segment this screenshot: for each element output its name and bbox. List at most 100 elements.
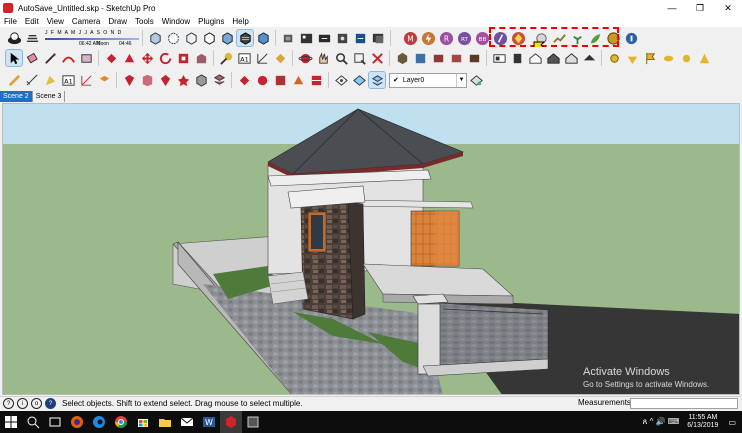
zoom-tool-icon[interactable] [333, 50, 349, 66]
info-circle-icon[interactable] [623, 30, 639, 46]
plugin-r-icon[interactable]: R [438, 30, 454, 46]
scale-tool-icon[interactable] [175, 50, 191, 66]
label-a1-icon[interactable]: A1 [60, 72, 76, 88]
move-tool-icon[interactable] [139, 50, 155, 66]
app-window-icon[interactable] [242, 411, 264, 433]
axes-tool-icon[interactable] [254, 50, 270, 66]
look-around-icon[interactable] [139, 72, 155, 88]
plugin-bb-icon[interactable]: BB [474, 30, 490, 46]
zoom-extents-icon[interactable] [369, 50, 385, 66]
select-tool-icon[interactable] [5, 49, 23, 67]
layer-color-icon[interactable] [351, 72, 367, 88]
minimize-button[interactable]: — [658, 0, 686, 16]
walk-icon[interactable] [121, 72, 137, 88]
geo-location-icon[interactable]: ? [3, 398, 14, 409]
tape-tool-icon[interactable] [42, 72, 58, 88]
flag-icon[interactable] [642, 50, 658, 66]
back-edges-icon[interactable] [165, 30, 181, 46]
view-top-icon[interactable] [412, 50, 428, 66]
menu-view[interactable]: View [43, 17, 68, 26]
edge-icon[interactable] [88, 411, 110, 433]
tray-icons[interactable]: ጸ ^ 🔊 ⌨ [643, 417, 680, 427]
roof-icon[interactable] [581, 50, 597, 66]
extension-warehouse-icon[interactable] [352, 30, 368, 46]
xray-style-icon[interactable] [147, 30, 163, 46]
tape-measure-icon[interactable] [218, 50, 234, 66]
view-front-icon[interactable] [430, 50, 446, 66]
layer-select[interactable]: ✔ Layer0 ▼ [389, 72, 467, 88]
mail-icon[interactable] [176, 411, 198, 433]
maximize-button[interactable]: ❐ [686, 0, 714, 16]
union-icon[interactable] [254, 72, 270, 88]
warehouse-section-icon[interactable] [491, 50, 507, 66]
cube-gray-icon[interactable] [193, 72, 209, 88]
trim-icon[interactable] [290, 72, 306, 88]
subtract-icon[interactable] [272, 72, 288, 88]
zoom-window-icon[interactable] [351, 50, 367, 66]
close-button[interactable]: ✕ [714, 0, 742, 16]
layer-settings-icon[interactable] [468, 72, 484, 88]
menu-edit[interactable]: Edit [21, 17, 43, 26]
warehouse-icon[interactable] [298, 30, 314, 46]
text-tool-icon[interactable]: A1 [236, 50, 252, 66]
file-explorer-icon[interactable] [154, 411, 176, 433]
view-back-icon[interactable] [466, 50, 482, 66]
credits-icon[interactable]: i [17, 398, 28, 409]
section-plane-icon[interactable] [96, 72, 112, 88]
move-alt-icon[interactable] [175, 72, 191, 88]
menu-help[interactable]: Help [228, 17, 252, 26]
layer-manager-icon[interactable] [368, 71, 386, 89]
sketchup-taskbar-icon[interactable] [220, 411, 242, 433]
view-right-icon[interactable] [448, 50, 464, 66]
menu-file[interactable]: File [0, 17, 21, 26]
menu-camera[interactable]: Camera [68, 17, 104, 26]
rectangle-tool-icon[interactable] [78, 50, 94, 66]
help-icon[interactable]: ? [45, 398, 56, 409]
plugin-bolt-icon[interactable] [420, 30, 436, 46]
orbit-tool-icon[interactable] [297, 50, 313, 66]
hidden-line-icon[interactable] [201, 30, 217, 46]
house-outline-icon[interactable] [563, 50, 579, 66]
yellow-ball-icon[interactable] [678, 50, 694, 66]
plugin-rt-icon[interactable]: RT [456, 30, 472, 46]
yellow-capsule-icon[interactable] [660, 50, 676, 66]
menu-tools[interactable]: Tools [131, 17, 158, 26]
yellow-pin-icon[interactable] [624, 50, 640, 66]
eraser-icon[interactable] [24, 50, 40, 66]
view-iso-icon[interactable] [394, 50, 410, 66]
intersect-icon[interactable] [236, 72, 252, 88]
task-view-icon[interactable] [44, 411, 66, 433]
shadows-toggle-icon[interactable] [6, 30, 22, 46]
follow-me-icon[interactable] [121, 50, 137, 66]
line-tool-icon[interactable] [42, 50, 58, 66]
protractor-icon[interactable] [6, 72, 22, 88]
wireframe-icon[interactable] [183, 30, 199, 46]
word-icon[interactable]: W [198, 411, 220, 433]
fog-icon[interactable] [24, 30, 40, 46]
monochrome-icon[interactable] [255, 30, 271, 46]
layer-visibility-icon[interactable] [333, 72, 349, 88]
shaded-textures-icon[interactable] [236, 29, 254, 47]
notifications-icon[interactable]: ▭ [728, 418, 736, 427]
account-icon[interactable]: o [31, 398, 42, 409]
menu-plugins[interactable]: Plugins [194, 17, 228, 26]
shaded-icon[interactable] [219, 30, 235, 46]
plugin-m-icon[interactable]: M [402, 30, 418, 46]
arc-tool-icon[interactable] [60, 50, 76, 66]
store-icon[interactable] [132, 411, 154, 433]
paint-bucket-icon[interactable] [272, 50, 288, 66]
stack-icon[interactable] [211, 72, 227, 88]
push-pull-icon[interactable] [103, 50, 119, 66]
chrome-icon[interactable] [110, 411, 132, 433]
chevron-down-icon[interactable]: ▼ [456, 73, 466, 87]
house-icon[interactable] [527, 50, 543, 66]
share-model-icon[interactable] [316, 30, 332, 46]
component-icon[interactable] [280, 30, 296, 46]
get-models-icon[interactable] [334, 30, 350, 46]
measurements-input[interactable] [630, 398, 738, 409]
rotate-tool-icon[interactable] [157, 50, 173, 66]
offset-tool-icon[interactable] [193, 50, 209, 66]
shadow-settings-widget[interactable]: J F M A M J J A S O N D 06:42 AM Noon 04… [45, 29, 139, 53]
windows-start-icon[interactable] [0, 411, 22, 433]
yellow-dot-icon[interactable] [606, 50, 622, 66]
